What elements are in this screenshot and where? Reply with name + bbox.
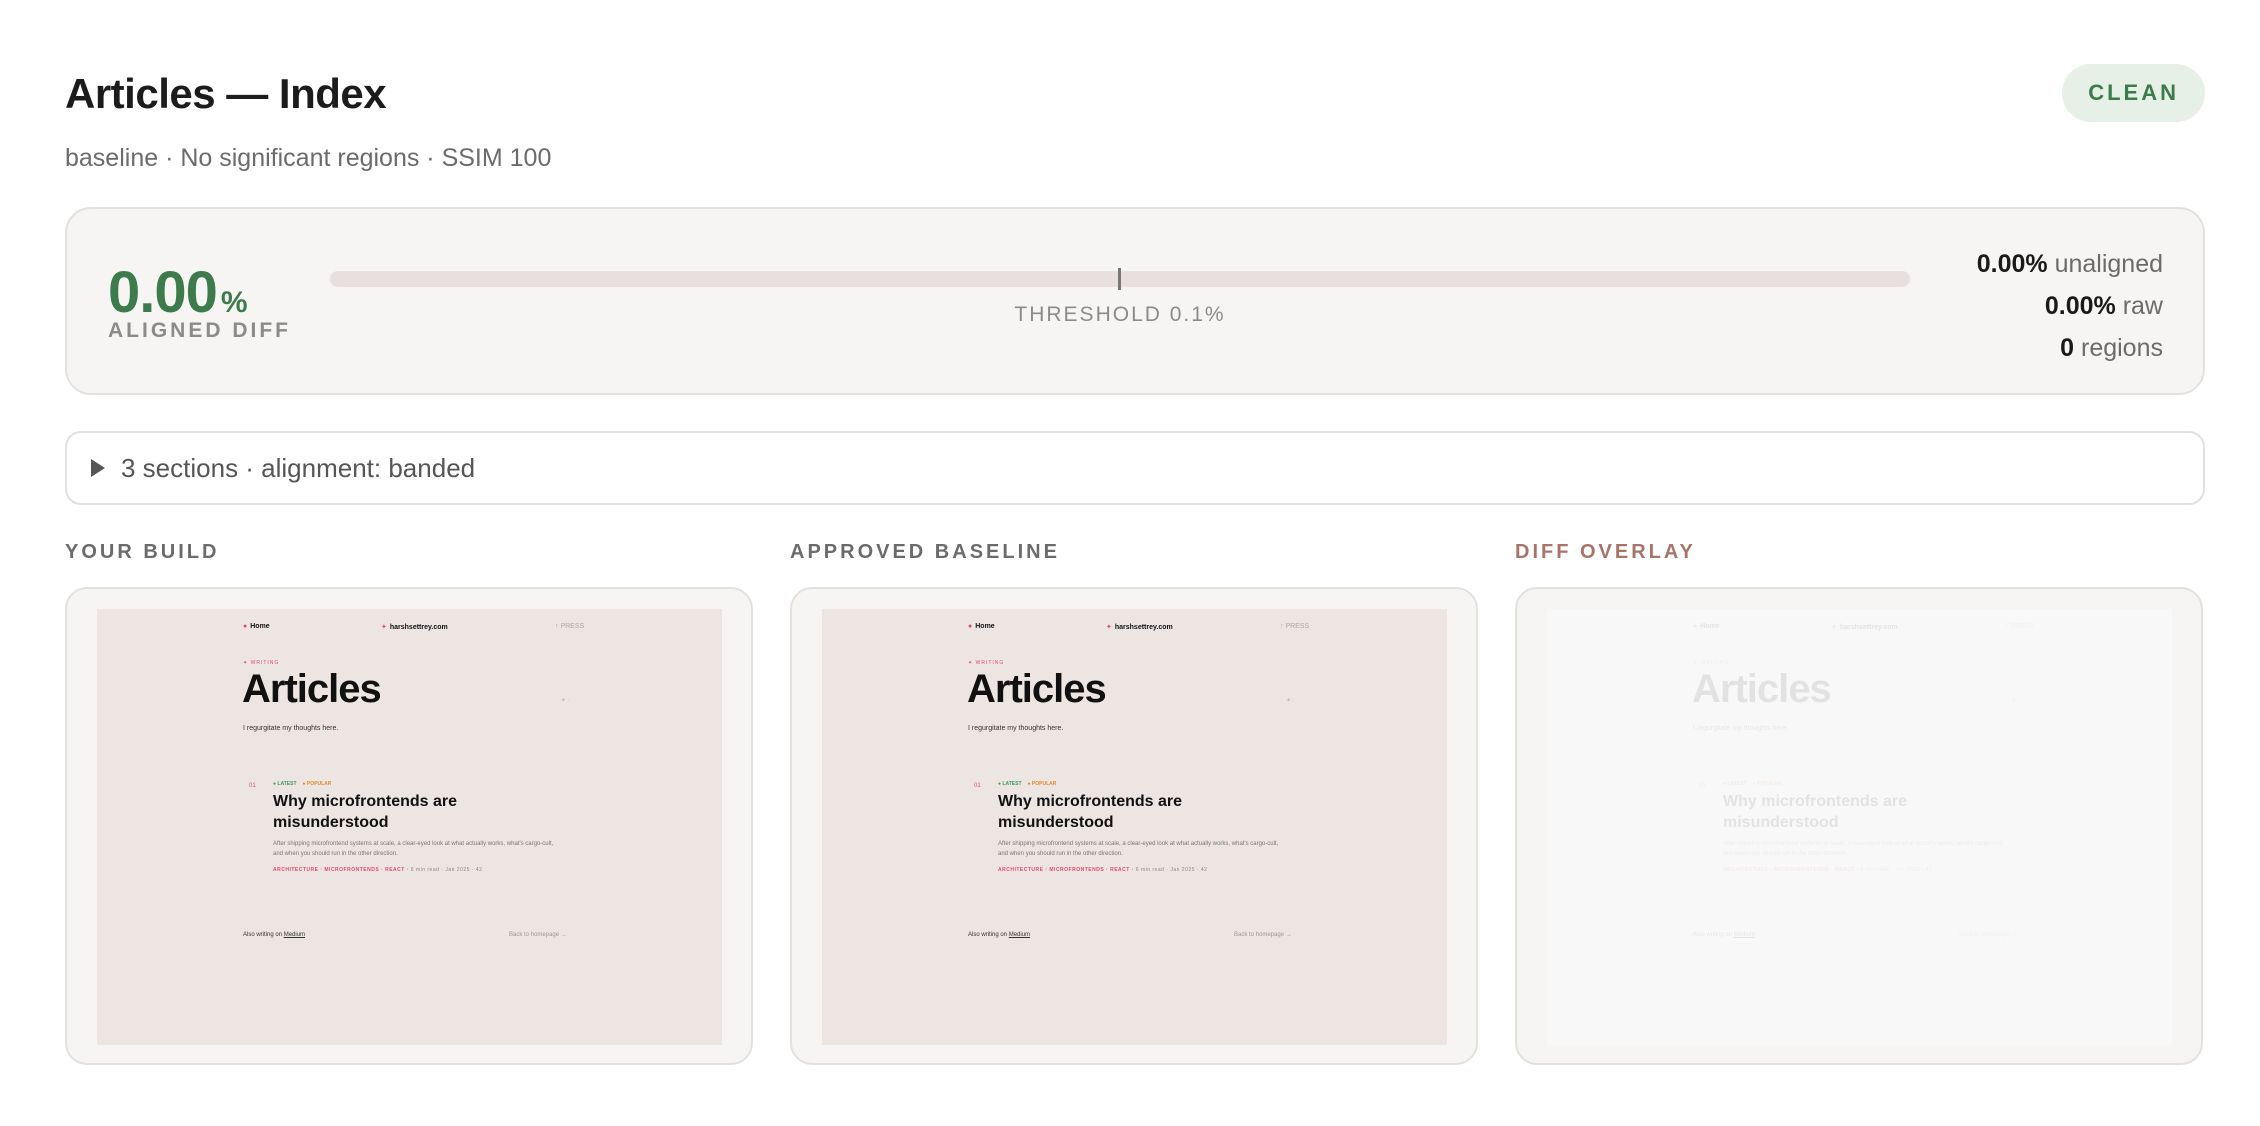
sparkle-icon: ✦ · <box>2011 698 2020 704</box>
status-badge: CLEAN <box>2062 64 2205 122</box>
preview-heading: Articles <box>1692 667 1832 711</box>
preview-post-number: 01 <box>1699 783 1706 789</box>
sections-disclosure[interactable]: 3 sections · alignment: banded <box>65 431 2205 505</box>
page-header: Articles — Index baseline · No significa… <box>65 64 2205 173</box>
preview-page: ● Home ✦ harshsettrey.com ↑ PRESS ✦ WRITIN… <box>822 609 1447 1045</box>
preview-nav-home: ● Home <box>243 623 270 630</box>
preview-nav-brand: ✦ harshsettrey.com <box>1106 624 1173 631</box>
sections-label: 3 sections · alignment: banded <box>121 452 476 483</box>
preview-nav-press: ↑ PRESS <box>1280 623 1310 630</box>
page-subtitle: baseline · No significant regions · SSIM… <box>65 144 552 172</box>
preview-tag: ✦ WRITING <box>968 660 1005 666</box>
disclosure-triangle-icon <box>91 459 105 477</box>
preview-post-number: 01 <box>974 783 981 789</box>
badge-popular: ● POPULAR <box>302 781 332 787</box>
preview-footer-left: Also writing on Medium <box>968 932 1031 938</box>
metric-regions: 0 regions <box>2060 334 2163 362</box>
your-build-screenshot: ● Home ✦ harshsettrey.com ↑ PRESS ✦ WRITIN… <box>97 609 722 1045</box>
preview-tag: ✦ WRITING <box>243 660 280 666</box>
preview-page: ● Home ✦ harshsettrey.com ↑ PRESS ✦ WRITIN… <box>1547 609 2172 1045</box>
preview-heading: Articles <box>967 667 1107 711</box>
aligned-diff-value: 0.00% <box>108 259 248 326</box>
preview-tagline: I regurgitate my thoughts here. <box>243 725 339 732</box>
diff-overlay-screenshot: ● Home ✦ harshsettrey.com ↑ PRESS ✦ WRITIN… <box>1547 609 2172 1045</box>
sparkle-icon: ✦ · <box>1286 698 1295 704</box>
preview-nav-brand: ✦ harshsettrey.com <box>1831 624 1898 631</box>
aligned-diff-unit: % <box>220 286 248 319</box>
page-title: Articles — Index <box>65 70 387 117</box>
threshold-label: THRESHOLD 0.1% <box>1014 303 1226 326</box>
preview-post-title: Why microfrontends are misunderstood <box>273 793 458 831</box>
star-icon: ✦ <box>1106 624 1112 631</box>
preview-post-meta: ARCHITECTURE · MICROFRONTENDS · REACT · … <box>998 867 1208 873</box>
metric-raw: 0.00% raw <box>2044 292 2163 320</box>
preview-tagline: I regurgitate my thoughts here. <box>1693 725 1789 732</box>
preview-nav-press: ↑ PRESS <box>555 623 585 630</box>
your-build-label: YOUR BUILD <box>65 541 220 563</box>
preview-nav-press: ↑ PRESS <box>2005 623 2035 630</box>
preview-footer-right: Back to homepage → <box>1234 932 1292 938</box>
threshold-marker <box>1118 268 1121 290</box>
diff-overlay-panel[interactable]: ● Home ✦ harshsettrey.com ↑ PRESS ✦ WRITIN… <box>1515 587 2203 1065</box>
preview-post-number: 01 <box>249 783 256 789</box>
diff-summary-card: 0.00% ALIGNED DIFF THRESHOLD 0.1% 0.00% … <box>65 207 2205 395</box>
preview-nav-brand: ✦ harshsettrey.com <box>381 624 448 631</box>
preview-post-title: Why microfrontends are misunderstood <box>998 793 1183 831</box>
preview-post-title: Why microfrontends are misunderstood <box>1723 793 1908 831</box>
aligned-diff-number: 0.00 <box>108 260 218 325</box>
preview-heading: Articles <box>242 667 382 711</box>
preview-badges: ● LATEST ● POPULAR <box>1723 781 1781 787</box>
preview-post-meta: ARCHITECTURE · MICROFRONTENDS · REACT · … <box>273 867 483 873</box>
preview-page: ● Home ✦ harshsettrey.com ↑ PRESS ✦ WRITIN… <box>97 609 722 1045</box>
approved-baseline-label: APPROVED BASELINE <box>790 541 1060 563</box>
preview-nav-home: ● Home <box>968 623 995 630</box>
aligned-diff-label: ALIGNED DIFF <box>108 319 291 342</box>
badge-popular: ● POPULAR <box>1027 781 1057 787</box>
preview-badges: ● LATEST ● POPULAR <box>998 781 1056 787</box>
sparkle-icon: ✦ · <box>561 698 570 704</box>
badge-popular: ● POPULAR <box>1752 781 1782 787</box>
pink-dot-icon: ● <box>243 623 248 630</box>
preview-footer-right: Back to homepage → <box>509 932 567 938</box>
preview-tag: ✦ WRITING <box>1693 660 1730 666</box>
preview-post-excerpt: After shipping microfrontend systems at … <box>273 841 554 857</box>
metric-unaligned: 0.00% unaligned <box>1976 250 2163 278</box>
star-icon: ✦ <box>1831 624 1837 631</box>
preview-footer-left: Also writing on Medium <box>1693 932 1756 938</box>
preview-footer-right: Back to homepage → <box>1959 932 2017 938</box>
preview-badges: ● LATEST ● POPULAR <box>273 781 331 787</box>
approved-baseline-screenshot: ● Home ✦ harshsettrey.com ↑ PRESS ✦ WRITIN… <box>822 609 1447 1045</box>
pink-dot-icon: ● <box>968 623 973 630</box>
preview-tagline: I regurgitate my thoughts here. <box>968 725 1064 732</box>
preview-post-excerpt: After shipping microfrontend systems at … <box>1723 841 2004 857</box>
star-icon: ✦ <box>381 624 387 631</box>
diff-threshold-track <box>330 268 1910 290</box>
preview-post-meta: ARCHITECTURE · MICROFRONTENDS · REACT · … <box>1723 867 1933 873</box>
preview-post-excerpt: After shipping microfrontend systems at … <box>998 841 1279 857</box>
preview-nav-home: ● Home <box>1693 623 1720 630</box>
preview-footer-left: Also writing on Medium <box>243 932 306 938</box>
badge-latest: ● LATEST <box>273 781 297 787</box>
diff-metrics: 0.00% unaligned 0.00% raw 0 regions <box>1977 243 2163 369</box>
pink-dot-icon: ● <box>1693 623 1698 630</box>
badge-latest: ● LATEST <box>1723 781 1747 787</box>
badge-latest: ● LATEST <box>998 781 1022 787</box>
approved-baseline-panel[interactable]: ● Home ✦ harshsettrey.com ↑ PRESS ✦ WRITIN… <box>790 587 1478 1065</box>
your-build-panel[interactable]: ● Home ✦ harshsettrey.com ↑ PRESS ✦ WRITIN… <box>65 587 753 1065</box>
diff-overlay-label: DIFF OVERLAY <box>1515 541 1696 563</box>
